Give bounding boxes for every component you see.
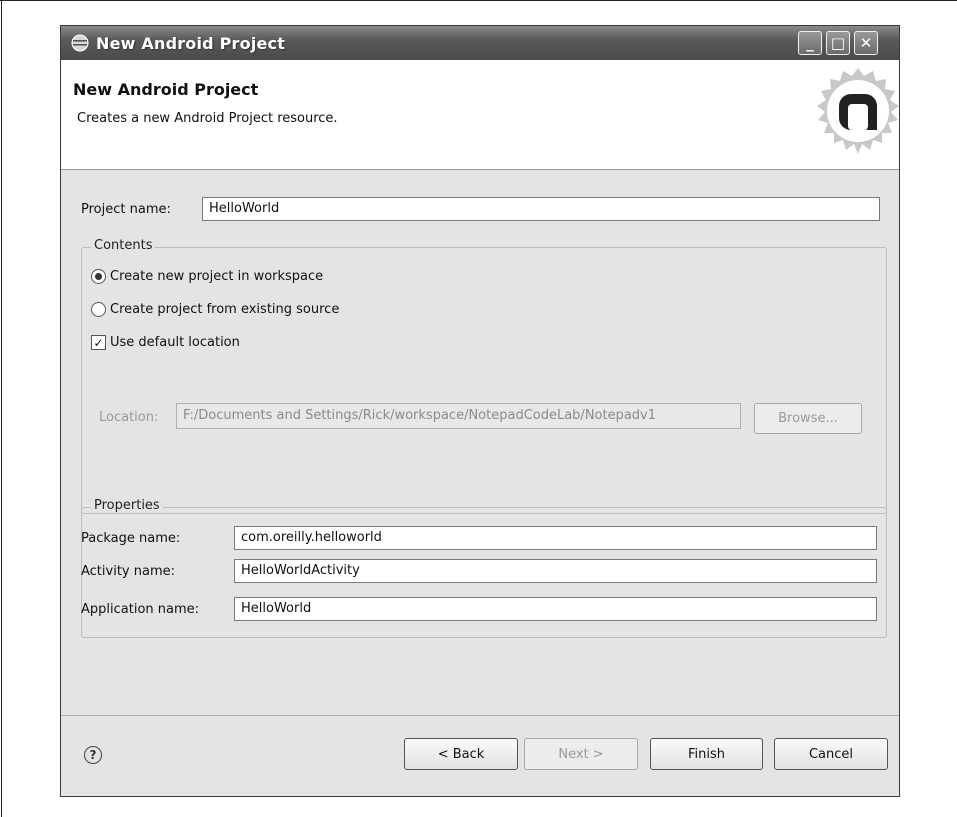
contents-group: Contents: [81, 238, 887, 514]
help-icon[interactable]: ?: [84, 746, 102, 764]
wizard-description: Creates a new Android Project resource.: [77, 111, 338, 126]
close-button[interactable]: ✕: [854, 31, 878, 55]
use-default-location-checkbox[interactable]: ✓ Use default location: [91, 335, 240, 350]
finish-button[interactable]: Finish: [650, 738, 763, 770]
location-label: Location:: [99, 410, 159, 425]
back-button[interactable]: < Back: [404, 738, 518, 770]
next-button[interactable]: Next >: [524, 738, 638, 770]
wizard-header: New Android Project Creates a new Androi…: [61, 60, 899, 170]
radio-existing-source[interactable]: Create project from existing source: [91, 302, 339, 317]
checkmark-icon[interactable]: ✓: [91, 335, 106, 350]
wizard-title: New Android Project: [73, 80, 259, 99]
maximize-icon: □: [830, 34, 846, 52]
android-adt-logo-icon: [817, 68, 899, 154]
properties-legend: Properties: [91, 498, 163, 513]
package-name-label: Package name:: [81, 531, 181, 546]
activity-name-field[interactable]: HelloWorldActivity: [234, 559, 877, 583]
application-name-field[interactable]: HelloWorld: [234, 597, 877, 621]
dialog-window: New Android Project _ □ ✕ New Android Pr…: [60, 25, 900, 797]
footer-divider: [61, 715, 899, 716]
close-icon: ✕: [859, 34, 873, 52]
activity-name-label: Activity name:: [81, 564, 175, 579]
project-name-label: Project name:: [81, 202, 171, 217]
radio-existing-source-label: Create project from existing source: [110, 302, 340, 317]
package-name-field[interactable]: com.oreilly.helloworld: [234, 526, 877, 550]
project-name-field[interactable]: HelloWorld: [202, 197, 880, 221]
window-title: New Android Project: [96, 33, 286, 53]
maximize-button[interactable]: □: [826, 31, 850, 55]
contents-legend: Contents: [91, 238, 156, 253]
location-field[interactable]: F:/Documents and Settings/Rick/workspace…: [176, 403, 741, 429]
application-name-label: Application name:: [81, 602, 200, 617]
radio-button-selected[interactable]: [91, 269, 106, 284]
cancel-button[interactable]: Cancel: [774, 738, 888, 770]
eclipse-icon: [70, 33, 90, 53]
use-default-location-label: Use default location: [110, 335, 240, 350]
minimize-button[interactable]: _: [798, 31, 822, 55]
radio-new-project-label: Create new project in workspace: [110, 269, 324, 284]
page-border-left: [1, 0, 2, 817]
browse-button[interactable]: Browse...: [754, 403, 862, 434]
title-bar[interactable]: New Android Project _ □ ✕: [61, 26, 899, 60]
radio-new-project[interactable]: Create new project in workspace: [91, 269, 323, 284]
minimize-icon: _: [806, 34, 814, 52]
page-border-top: [0, 0, 957, 1]
radio-button[interactable]: [91, 302, 106, 317]
